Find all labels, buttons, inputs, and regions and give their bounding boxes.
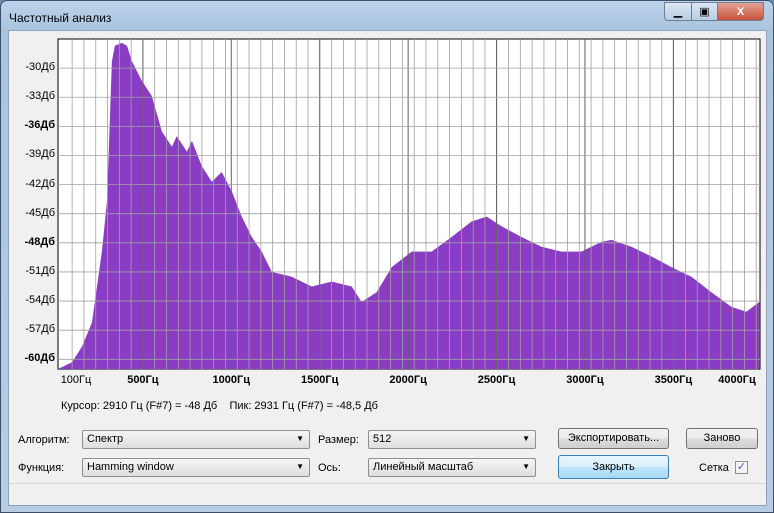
status-bar	[9, 483, 766, 505]
chevron-down-icon: ▼	[522, 434, 530, 443]
x-tick-label: 3500Гц	[654, 374, 693, 386]
y-tick-label: -30Дб	[25, 61, 55, 74]
window-title: Частотный анализ	[9, 11, 112, 25]
function-select[interactable]: Hamming window ▼	[82, 458, 310, 477]
y-tick-label: -33Дб	[25, 90, 55, 103]
export-button[interactable]: Экспортировать...	[558, 428, 669, 449]
size-label: Размер:	[318, 434, 359, 446]
algorithm-value: Спектр	[87, 433, 124, 445]
y-tick-label: -51Дб	[25, 264, 55, 277]
chevron-down-icon: ▼	[296, 462, 304, 471]
x-tick-label: 1000Гц	[212, 374, 251, 386]
grid-label: Сетка	[699, 462, 729, 474]
chevron-down-icon: ▼	[522, 462, 530, 471]
cursor-status: Курсор: 2910 Гц (F#7) = -48 Дб Пик: 2931…	[61, 400, 378, 412]
maximize-icon: ▣	[699, 6, 710, 18]
y-tick-label: -48Дб	[24, 235, 55, 248]
algorithm-select[interactable]: Спектр ▼	[82, 430, 310, 449]
y-tick-label: -42Дб	[25, 177, 55, 190]
dialog-window: Частотный анализ ▁ ▣ X -30Дб -33Дб -36Дб -3…	[0, 0, 774, 513]
close-window-button[interactable]: X	[717, 2, 764, 21]
size-select[interactable]: 512 ▼	[368, 430, 536, 449]
y-tick-label: -54Дб	[25, 294, 55, 307]
minimize-icon: ▁	[673, 6, 683, 18]
minimize-button[interactable]: ▁	[664, 2, 692, 21]
x-tick-label: 1500Гц	[300, 374, 339, 386]
client-area: -30Дб -33Дб -36Дб -39Дб -42Дб -45Дб -48Дб -51Дб…	[8, 30, 767, 506]
y-tick-label: -36Дб	[24, 119, 55, 132]
chevron-down-icon: ▼	[296, 434, 304, 443]
x-tick-label: 3000Гц	[566, 374, 604, 386]
close-button[interactable]: Закрыть	[558, 455, 669, 479]
y-tick-label: -60Дб	[24, 352, 55, 365]
y-tick-label: -39Дб	[25, 148, 55, 161]
axis-label: Ось:	[318, 462, 341, 474]
function-label: Функция:	[18, 462, 65, 474]
function-value: Hamming window	[87, 461, 174, 473]
maximize-button[interactable]: ▣	[691, 2, 718, 21]
x-tick-label: 2500Гц	[477, 374, 516, 386]
x-tick-label: 500Гц	[127, 374, 159, 386]
spectrum-plot[interactable]	[57, 38, 761, 370]
y-tick-label: -45Дб	[25, 206, 55, 219]
size-value: 512	[373, 433, 392, 445]
checkmark-icon: ✓	[736, 461, 747, 473]
replot-button[interactable]: Заново	[686, 428, 758, 449]
grid-checkbox[interactable]: ✓	[735, 461, 748, 474]
x-tick-label: 2000Гц	[389, 374, 427, 386]
axis-select[interactable]: Линейный масштаб ▼	[368, 458, 536, 477]
axis-value: Линейный масштаб	[373, 461, 474, 473]
y-tick-label: -57Дб	[25, 323, 55, 336]
algorithm-label: Алгоритм:	[18, 434, 70, 446]
x-tick-label: 100Гц	[60, 374, 92, 386]
x-tick-label: 4000Гц	[718, 374, 756, 386]
close-icon: X	[736, 5, 745, 18]
